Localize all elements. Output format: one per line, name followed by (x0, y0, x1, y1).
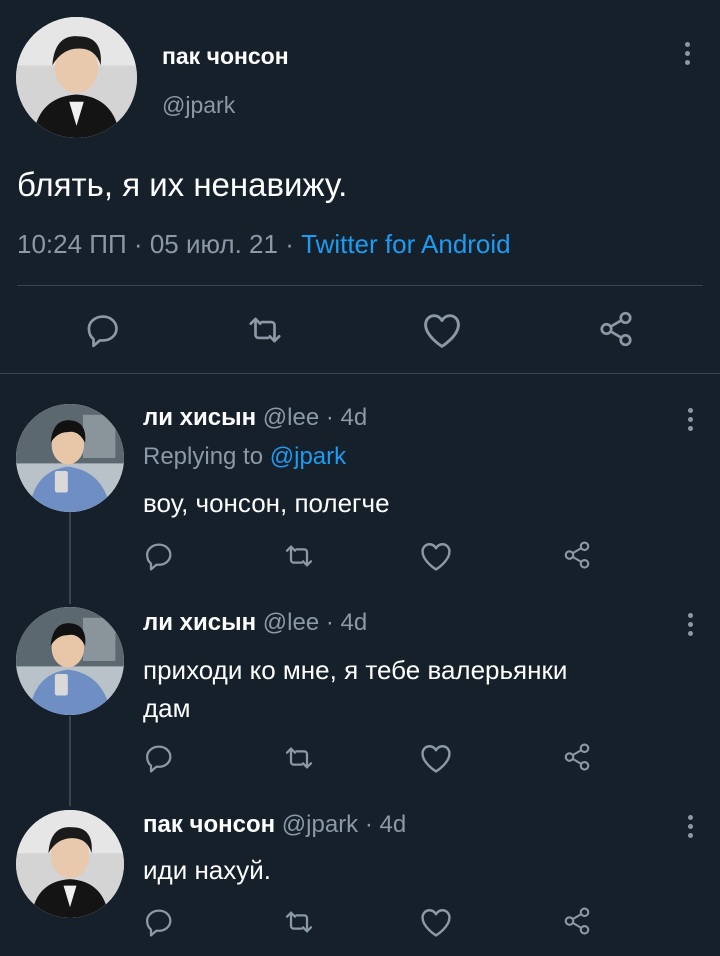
reply-author-name[interactable]: ли хисын (143, 609, 256, 636)
like-icon (421, 745, 451, 773)
thread-line (69, 716, 71, 806)
meta-separator: · (285, 229, 294, 259)
like-icon (421, 909, 451, 937)
reply-header: ли хисын @lee · 4d (143, 404, 367, 432)
reply-icon (146, 745, 172, 773)
tweet-time: 10:24 ПП (17, 229, 127, 259)
like-button[interactable] (419, 906, 453, 938)
reply-author-handle[interactable]: @jpark (282, 811, 358, 838)
retweet-button[interactable] (245, 311, 285, 349)
reply-button[interactable] (143, 742, 175, 774)
like-button[interactable] (419, 540, 453, 572)
meta-separator: · (325, 404, 334, 431)
tweet-text: блять, я их ненавижу. (17, 166, 348, 203)
more-options-icon[interactable] (686, 613, 694, 636)
more-options-icon[interactable] (686, 408, 694, 431)
reply-button[interactable] (143, 540, 175, 572)
share-button[interactable] (562, 540, 592, 570)
share-icon (564, 743, 590, 771)
avatar-jpark[interactable] (16, 810, 124, 918)
tweet-meta: 10:24 ПП · 05 июл. 21 · Twitter for Andr… (17, 229, 511, 260)
divider (0, 373, 720, 374)
reply-author-handle[interactable]: @lee (263, 404, 319, 431)
like-button[interactable] (421, 311, 463, 349)
author-name[interactable]: пак чонсон (162, 43, 289, 70)
reply-age: 4d (340, 609, 368, 636)
reply-author-name[interactable]: ли хисын (143, 404, 256, 431)
retweet-button[interactable] (282, 742, 316, 774)
replying-to-label: Replying to (143, 443, 264, 470)
retweet-icon (285, 747, 313, 769)
replying-to: Replying to @jpark (143, 443, 346, 471)
reply-age: 4d (379, 811, 407, 838)
tweet-date: 05 июл. 21 (149, 229, 278, 259)
meta-separator: · (325, 609, 334, 636)
share-icon (564, 541, 590, 569)
like-icon (421, 543, 451, 571)
retweet-button[interactable] (282, 906, 316, 938)
reply-header: пак чонсон @jpark · 4d (143, 811, 406, 839)
replying-to-handle[interactable]: @jpark (270, 443, 346, 470)
reply-author-handle[interactable]: @lee (263, 609, 319, 636)
author-handle[interactable]: @jpark (162, 92, 235, 119)
reply-icon (146, 543, 172, 571)
reply-text-line: дам (143, 693, 191, 723)
reply-author-name[interactable]: пак чонсон (143, 811, 275, 838)
divider (17, 285, 703, 286)
reply-text: иди нахуй. (143, 855, 272, 885)
avatar-lee[interactable] (16, 607, 124, 715)
meta-separator: · (364, 811, 373, 838)
reply-icon (146, 909, 172, 937)
share-icon (564, 907, 590, 935)
more-options-icon[interactable] (683, 42, 691, 65)
reply-text: приходи ко мне, я тебе валерьянки дам (143, 651, 567, 727)
retweet-button[interactable] (282, 540, 316, 572)
share-button[interactable] (597, 310, 635, 348)
reply-text: воу, чонсон, полегче (143, 488, 390, 518)
reply-text-line: приходи ко мне, я тебе валерьянки (143, 655, 568, 685)
retweet-icon (285, 911, 313, 933)
thread-line (69, 512, 71, 604)
like-button[interactable] (419, 742, 453, 774)
retweet-icon (249, 317, 281, 343)
reply-button[interactable] (143, 906, 175, 938)
reply-icon (87, 315, 118, 348)
avatar-lee[interactable] (16, 404, 124, 512)
reply-button[interactable] (84, 311, 122, 349)
like-icon (424, 314, 460, 348)
share-button[interactable] (562, 906, 592, 936)
reply-age: 4d (340, 404, 368, 431)
share-icon (600, 311, 632, 347)
avatar-jpark[interactable] (16, 17, 137, 138)
more-options-icon[interactable] (686, 815, 694, 838)
reply-header: ли хисын @lee · 4d (143, 609, 367, 637)
tweet-source-link[interactable]: Twitter for Android (301, 229, 511, 259)
meta-separator: · (133, 229, 143, 259)
retweet-icon (285, 545, 313, 567)
share-button[interactable] (562, 742, 592, 772)
